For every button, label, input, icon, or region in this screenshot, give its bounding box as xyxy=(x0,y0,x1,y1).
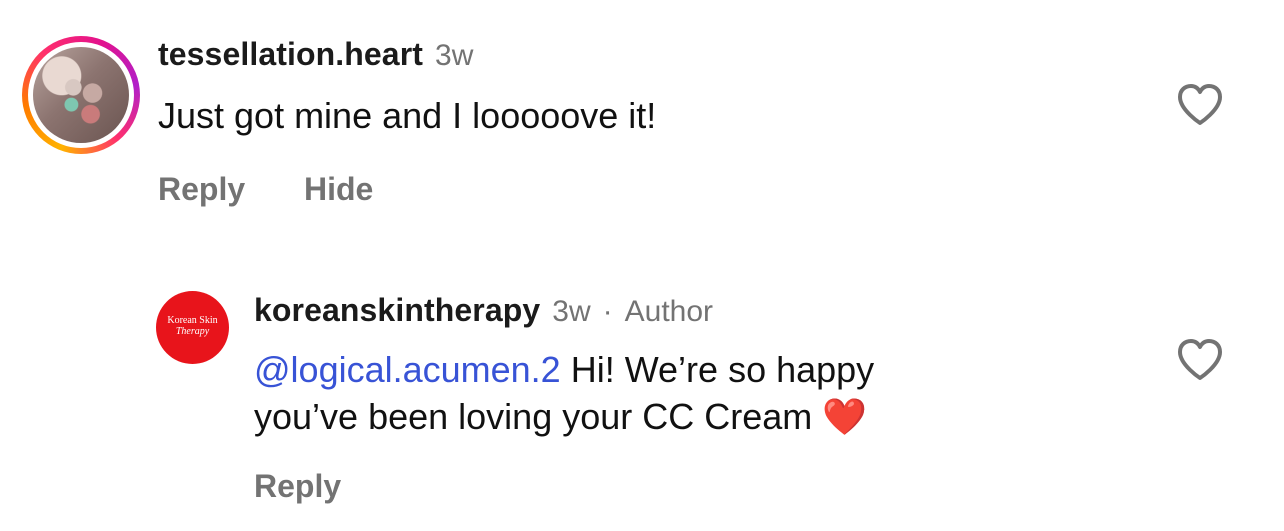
heart-outline-icon[interactable] xyxy=(1176,337,1224,381)
reply-body-line2: you’ve been loving your CC Cream ❤️ xyxy=(254,393,874,440)
heart-outline-icon[interactable] xyxy=(1176,82,1224,126)
avatar xyxy=(33,47,129,143)
reply-button[interactable]: Reply xyxy=(254,468,341,505)
meta-separator: · xyxy=(602,295,613,328)
reply-button[interactable]: Reply xyxy=(158,171,245,208)
reply-timestamp: 3w xyxy=(552,295,591,328)
mention-link[interactable]: @logical.acumen.2 xyxy=(254,349,561,390)
reply-body-line1: @logical.acumen.2 Hi! We’re so happy xyxy=(254,346,874,393)
brand-logo-line1: Korean Skin xyxy=(167,315,218,326)
story-ring-avatar[interactable] xyxy=(22,36,140,154)
comment-body: Just got mine and I looooove it! xyxy=(158,95,657,136)
comment-header: tessellation.heart 3w xyxy=(158,36,473,73)
red-heart-emoji: ❤️ xyxy=(822,396,868,437)
brand-avatar[interactable]: Korean Skin Therapy xyxy=(156,291,229,364)
comment-timestamp: 3w xyxy=(435,39,474,72)
reply-text-line1: Hi! We’re so happy xyxy=(560,349,875,390)
comment-username[interactable]: tessellation.heart xyxy=(158,36,423,72)
reply-body: @logical.acumen.2 Hi! We’re so happy you… xyxy=(254,346,874,440)
reply-text-line2: you’ve been loving your CC Cream xyxy=(254,396,823,437)
hide-button[interactable]: Hide xyxy=(304,171,373,208)
brand-logo-line2: Therapy xyxy=(175,326,210,337)
reply-username[interactable]: koreanskintherapy xyxy=(254,292,540,328)
reply-header: koreanskintherapy 3w · Author xyxy=(254,292,713,329)
author-badge: Author xyxy=(624,295,714,328)
